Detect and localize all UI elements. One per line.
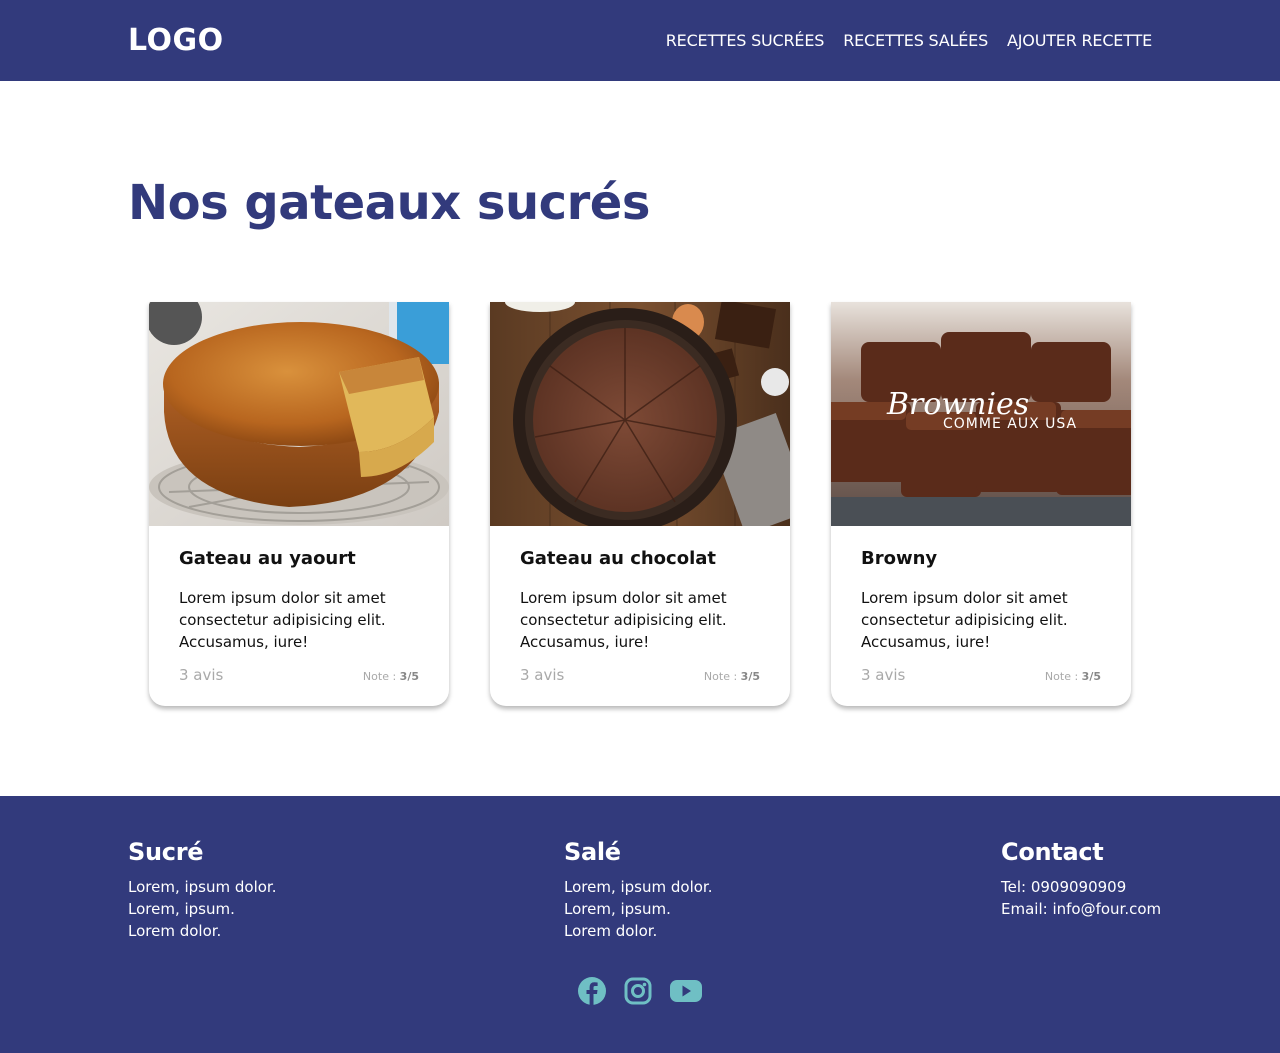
footer-savory-line: Lorem, ipsum.	[564, 900, 671, 918]
footer-sweet-line: Lorem, ipsum dolor.	[128, 878, 277, 896]
footer-sweet-column: Sucré Lorem, ipsum dolor. Lorem, ipsum. …	[128, 838, 276, 942]
brownies-caption-text: COMME AUX USA	[943, 416, 1077, 432]
rating: Note : 3/5	[1044, 670, 1101, 683]
card-description: Lorem ipsum dolor sit amet consectetur a…	[861, 589, 1068, 651]
footer-sweet-line: Lorem dolor.	[128, 922, 222, 940]
facebook-icon[interactable]	[577, 976, 607, 1010]
chocolate-cake-image	[490, 302, 790, 526]
footer-savory-line: Lorem dolor.	[564, 922, 658, 940]
card-title: Browny	[861, 548, 938, 569]
footer-savory-column: Salé Lorem, ipsum dolor. Lorem, ipsum. L…	[564, 838, 712, 942]
recipe-card[interactable]: Brownies COMME AUX USA Browny Lorem ipsu…	[831, 302, 1131, 706]
instagram-icon[interactable]	[623, 976, 653, 1010]
rating: Note : 3/5	[362, 670, 419, 683]
review-count: 3 avis	[861, 666, 906, 684]
card-description: Lorem ipsum dolor sit amet consectetur a…	[520, 589, 727, 651]
main-nav: RECETTES SUCRÉES RECETTES SALÉES AJOUTER…	[666, 31, 1152, 50]
youtube-icon[interactable]	[669, 976, 703, 1010]
logo[interactable]: LOGO	[128, 23, 224, 58]
yogurt-cake-image	[149, 302, 449, 526]
main-content: Nos gateaux sucrés Gateau au yaourt Lore…	[0, 81, 1280, 796]
social-links	[577, 976, 703, 1010]
footer-savory-line: Lorem, ipsum dolor.	[564, 878, 713, 896]
site-footer: Sucré Lorem, ipsum dolor. Lorem, ipsum. …	[0, 796, 1280, 1053]
site-header: LOGO RECETTES SUCRÉES RECETTES SALÉES AJ…	[0, 0, 1280, 81]
footer-contact-phone: Tel: 0909090909	[1001, 878, 1127, 896]
footer-savory-title: Salé	[564, 838, 621, 866]
card-title: Gateau au yaourt	[179, 548, 356, 569]
page-title: Nos gateaux sucrés	[128, 175, 650, 231]
recipe-card[interactable]: Gateau au yaourt Lorem ipsum dolor sit a…	[149, 302, 449, 706]
footer-contact-email: Email: info@four.com	[1001, 900, 1162, 918]
footer-contact-title: Contact	[1001, 838, 1104, 866]
footer-sweet-title: Sucré	[128, 838, 204, 866]
nav-sweet-recipes[interactable]: RECETTES SUCRÉES	[666, 31, 825, 50]
nav-add-recipe[interactable]: AJOUTER RECETTE	[1007, 31, 1152, 50]
recipe-card[interactable]: Gateau au chocolat Lorem ipsum dolor sit…	[490, 302, 790, 706]
rating: Note : 3/5	[703, 670, 760, 683]
review-count: 3 avis	[520, 666, 565, 684]
footer-contact-column: Contact Tel: 0909090909 Email: info@four…	[1001, 838, 1161, 920]
review-count: 3 avis	[179, 666, 224, 684]
brownies-image: Brownies COMME AUX USA	[831, 302, 1131, 526]
nav-savory-recipes[interactable]: RECETTES SALÉES	[843, 31, 988, 50]
footer-sweet-line: Lorem, ipsum.	[128, 900, 235, 918]
card-title: Gateau au chocolat	[520, 548, 716, 569]
card-description: Lorem ipsum dolor sit amet consectetur a…	[179, 589, 386, 651]
